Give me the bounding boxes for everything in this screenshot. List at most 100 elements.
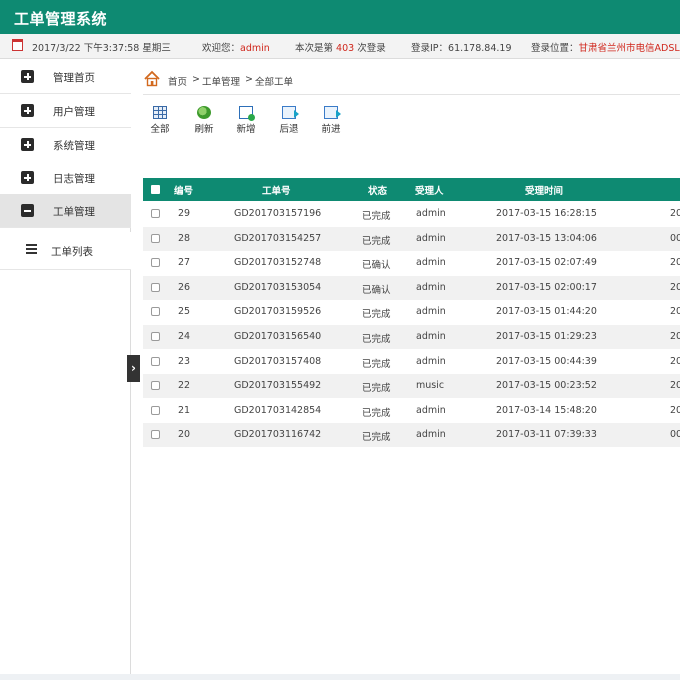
cell-assignee: music: [416, 380, 445, 392]
cell-extra: 20: [670, 257, 680, 269]
cell-assignee: admin: [416, 208, 446, 219]
welcome-text: 欢迎您：admin: [202, 40, 270, 54]
cell-ticket: GD201703159526: [234, 306, 322, 318]
sidebar-item-label: 管理首页: [53, 72, 95, 84]
welcome-prefix: 欢迎您：: [202, 43, 241, 54]
row-checkbox[interactable]: [151, 356, 160, 366]
add-button[interactable]: 新增: [229, 106, 263, 136]
minus-icon: [21, 204, 34, 217]
cell-assignee: admin: [416, 281, 446, 293]
cell-time: 2017-03-15 02:00:17: [496, 281, 597, 293]
table-header: 编号 工单号 状态 受理人 受理时间: [143, 178, 680, 201]
cell-ticket: GD201703152748: [234, 257, 322, 269]
back-icon: [282, 106, 299, 119]
cell-ticket: GD201703157408: [234, 355, 322, 367]
cell-time: 2017-03-11 07:39:33: [496, 429, 597, 441]
table-row[interactable]: 26 GD201703153054 已确认 admin 2017-03-15 02:00…: [143, 275, 680, 300]
table-row[interactable]: 27 GD201703152748 已确认 admin 2017-03-15 02:07…: [143, 251, 680, 275]
cell-id: 29: [178, 208, 191, 219]
refresh-button-label: 刷新: [194, 124, 214, 135]
cell-assignee: admin: [416, 232, 446, 244]
column-header-id[interactable]: 编号: [174, 183, 193, 197]
cell-id: 24: [178, 331, 191, 342]
row-checkbox[interactable]: [151, 307, 160, 317]
app-title: 工单管理系统: [14, 10, 108, 28]
sidebar-item-logs[interactable]: 日志管理: [0, 161, 131, 195]
sidebar-item-users[interactable]: 用户管理: [0, 94, 131, 128]
cell-status: 已完成: [362, 211, 391, 222]
row-checkbox[interactable]: [151, 282, 160, 292]
cell-status: 已确认: [362, 260, 391, 272]
plus-icon: [21, 171, 34, 184]
plus-icon: [21, 104, 34, 117]
all-button[interactable]: 全部: [143, 106, 177, 136]
cell-ticket: GD201703155492: [234, 380, 322, 392]
cell-id: 23: [178, 355, 191, 367]
cell-ticket: GD201703157196: [234, 208, 322, 219]
table-row[interactable]: 25 GD201703159526 已完成 admin 2017-03-15 01:44…: [143, 300, 680, 324]
cell-id: 27: [178, 257, 191, 269]
row-checkbox[interactable]: [151, 332, 160, 341]
table-row[interactable]: 23 GD201703157408 已完成 admin 2017-03-15 00:44…: [143, 350, 680, 374]
sidebar-item-label: 工单管理: [53, 206, 95, 218]
back-button[interactable]: 后退: [272, 106, 306, 136]
column-header-ticket[interactable]: 工单号: [262, 183, 291, 197]
login-location: 登录位置：甘肃省兰州市电信ADSL: [531, 40, 680, 54]
row-checkbox[interactable]: [151, 430, 160, 440]
cell-assignee: admin: [416, 257, 446, 269]
current-username: admin: [240, 43, 270, 54]
table-row[interactable]: 28 GD201703154257 已完成 admin 2017-03-15 13:04…: [143, 226, 680, 251]
cell-assignee: admin: [416, 331, 446, 342]
column-header-status[interactable]: 状态: [368, 183, 387, 197]
cell-time: 2017-03-15 02:07:49: [496, 257, 597, 269]
calendar-icon: [12, 39, 23, 51]
breadcrumb-current: 全部工单: [255, 77, 294, 88]
cell-id: 26: [178, 281, 191, 293]
breadcrumb-ticket-management[interactable]: 工单管理: [202, 74, 240, 88]
cell-id: 20: [178, 429, 191, 441]
cell-status: 已完成: [362, 358, 391, 370]
login-location-value: 甘肃省兰州市电信ADSL: [578, 43, 680, 54]
table-row[interactable]: 21 GD201703142854 已完成 admin 2017-03-14 15:48…: [143, 399, 680, 423]
sidebar-subitem-ticket-list[interactable]: 工单列表: [0, 232, 131, 270]
sidebar-item-tickets[interactable]: 工单管理: [0, 194, 131, 228]
sidebar-item-home[interactable]: 管理首页: [0, 60, 131, 94]
list-icon: [26, 244, 37, 254]
table-row[interactable]: 20 GD201703116742 已完成 admin 2017-03-11 07:39…: [143, 423, 680, 448]
refresh-icon: [197, 106, 211, 119]
refresh-button[interactable]: 刷新: [187, 106, 221, 136]
table-row[interactable]: 29 GD201703157196 已完成 admin 2017-03-15 16:28…: [143, 202, 680, 226]
sidebar-item-label: 用户管理: [53, 106, 95, 118]
home-icon[interactable]: [143, 70, 161, 88]
row-checkbox[interactable]: [151, 381, 160, 391]
table-row[interactable]: 22 GD201703155492 已完成 music 2017-03-15 00:23…: [143, 374, 680, 399]
cell-status: 已确认: [362, 284, 391, 296]
forward-button[interactable]: 前进: [314, 106, 348, 136]
cell-time: 2017-03-15 13:04:06: [496, 232, 597, 244]
column-header-time[interactable]: 受理时间: [525, 183, 563, 197]
cell-id: 22: [178, 380, 191, 392]
cell-assignee: admin: [416, 355, 446, 367]
grid-icon: [153, 106, 167, 119]
row-checkbox[interactable]: [151, 405, 160, 415]
add-icon: [239, 106, 255, 121]
cell-time: 2017-03-15 01:29:23: [496, 331, 597, 342]
breadcrumb-separator: >: [192, 74, 200, 85]
cell-extra: 20: [670, 355, 680, 367]
row-checkbox[interactable]: [151, 209, 160, 218]
sidebar-item-system[interactable]: 系统管理: [0, 128, 131, 162]
column-header-assignee[interactable]: 受理人: [415, 183, 444, 197]
row-checkbox[interactable]: [151, 233, 160, 243]
forward-icon: [324, 106, 341, 119]
select-all-checkbox[interactable]: [151, 185, 160, 194]
cell-status: 已完成: [362, 383, 391, 395]
breadcrumb-separator: >: [245, 74, 253, 85]
login-count-prefix: 本次是第: [295, 43, 334, 54]
table-row[interactable]: 24 GD201703156540 已完成 admin 2017-03-15 01:29…: [143, 325, 680, 349]
cell-ticket: GD201703153054: [234, 281, 322, 293]
sidebar-collapse-toggle[interactable]: ›: [127, 355, 140, 382]
row-checkbox[interactable]: [151, 258, 160, 268]
add-button-label: 新增: [236, 124, 256, 135]
breadcrumb-home[interactable]: 首页: [168, 74, 187, 88]
cell-extra: 20: [670, 306, 680, 318]
